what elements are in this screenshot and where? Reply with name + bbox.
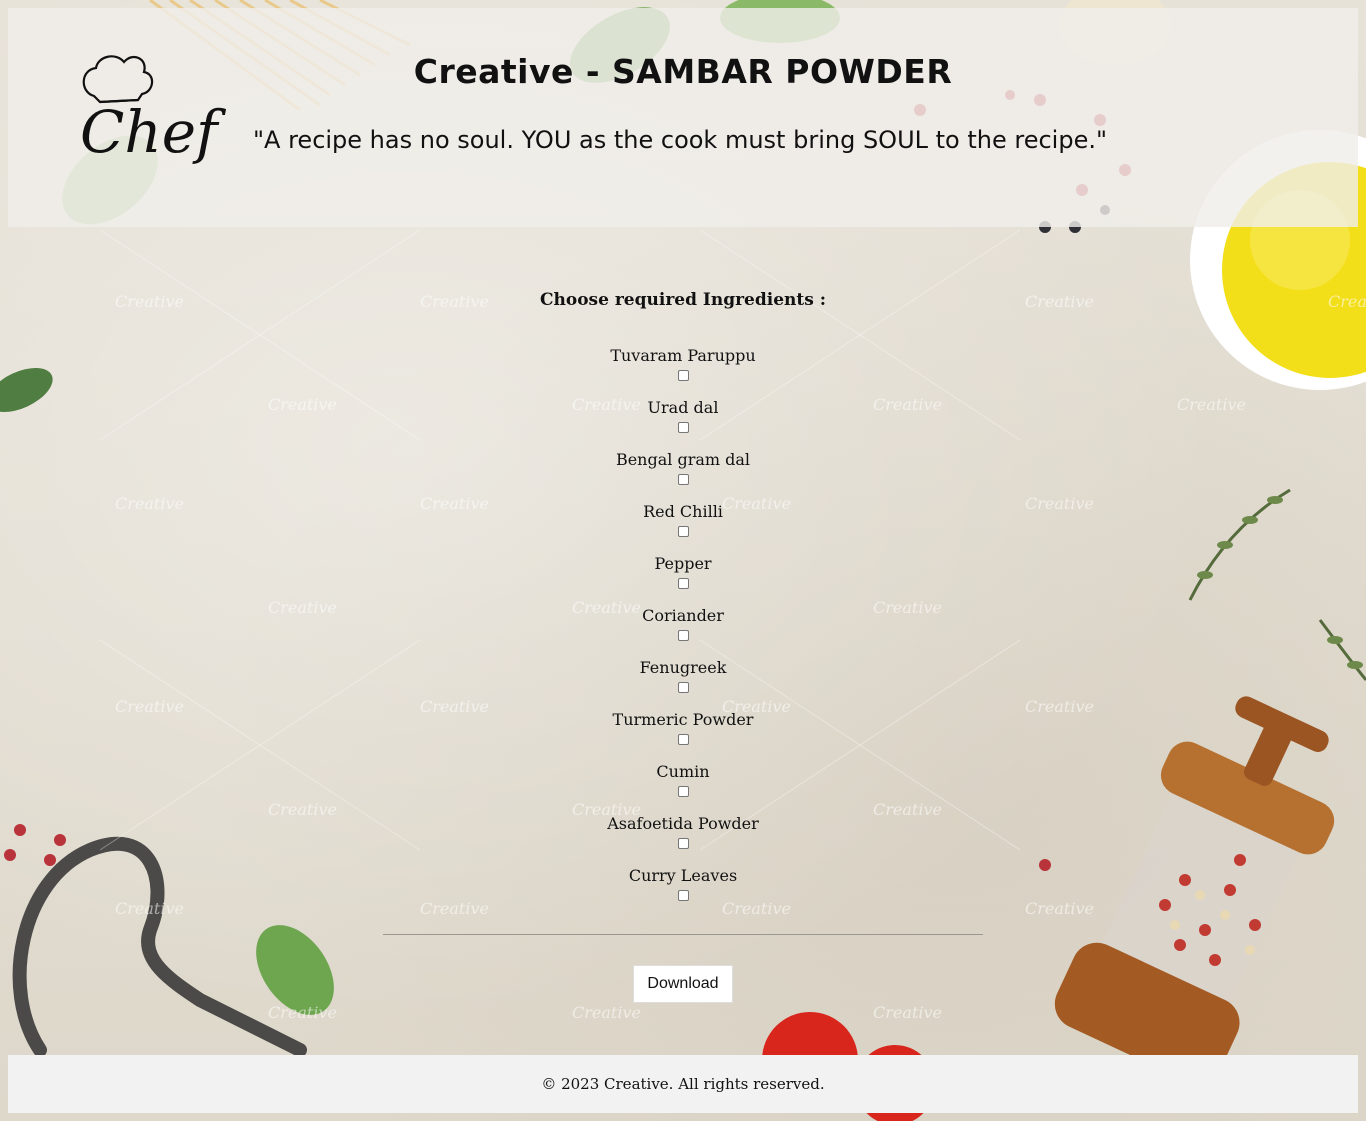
ingredient-checkbox[interactable] — [677, 786, 689, 797]
ingredient-label: Red Chilli — [643, 502, 723, 521]
watermark: Creative — [572, 1003, 641, 1022]
watermark: Creative — [1328, 292, 1366, 311]
watermark: Creative — [268, 395, 337, 414]
page-title: Creative - SAMBAR POWDER — [413, 52, 953, 91]
ingredient-item: Pepper — [383, 554, 983, 606]
watermark: Creative — [115, 292, 184, 311]
header-quote: "A recipe has no soul. YOU as the cook m… — [253, 126, 1108, 154]
ingredient-form: Choose required Ingredients : Tuvaram Pa… — [383, 290, 983, 1003]
watermark: Creative — [115, 494, 184, 513]
ingredient-item: Urad dal — [383, 398, 983, 450]
download-button[interactable]: Download — [633, 965, 733, 1003]
watermark: Creative — [268, 800, 337, 819]
ingredient-item: Turmeric Powder — [383, 710, 983, 762]
ingredient-label: Turmeric Powder — [612, 710, 754, 729]
ingredient-label: Pepper — [654, 554, 712, 573]
ingredient-label: Fenugreek — [639, 658, 727, 677]
ingredient-label: Asafoetida Powder — [607, 814, 759, 833]
ingredient-label: Tuvaram Paruppu — [610, 346, 756, 365]
ingredient-label: Bengal gram dal — [615, 450, 751, 469]
ingredient-item: Fenugreek — [383, 658, 983, 710]
ingredient-checkbox[interactable] — [677, 682, 689, 693]
ingredient-checkbox[interactable] — [677, 422, 689, 433]
logo-text: Chef — [80, 98, 227, 166]
watermark: Creative — [115, 899, 184, 918]
watermark: Creative — [1025, 899, 1094, 918]
ingredient-checkbox[interactable] — [677, 370, 689, 381]
divider — [383, 934, 983, 935]
ingredient-label: Urad dal — [647, 398, 719, 417]
ingredient-item: Cumin — [383, 762, 983, 814]
watermark: Creative — [115, 697, 184, 716]
ingredient-item: Tuvaram Paruppu — [383, 346, 983, 398]
watermark: Creative — [1025, 292, 1094, 311]
watermark: Creative — [268, 598, 337, 617]
ingredient-checkbox[interactable] — [677, 734, 689, 745]
ingredient-checkbox[interactable] — [677, 474, 689, 485]
ingredient-checkbox[interactable] — [677, 838, 689, 849]
ingredient-item: Bengal gram dal — [383, 450, 983, 502]
ingredient-checkbox[interactable] — [677, 630, 689, 641]
ingredient-checkbox[interactable] — [677, 890, 689, 901]
ingredient-item: Red Chilli — [383, 502, 983, 554]
site-footer: © 2023 Creative. All rights reserved. — [8, 1055, 1358, 1113]
ingredient-checkbox[interactable] — [677, 526, 689, 537]
watermark: Creative — [1177, 395, 1246, 414]
ingredient-checkbox[interactable] — [677, 578, 689, 589]
watermark: Creative — [873, 1003, 942, 1022]
ingredient-item: Asafoetida Powder — [383, 814, 983, 866]
ingredient-item: Curry Leaves — [383, 866, 983, 918]
site-header: Chef Creative - SAMBAR POWDER "A recipe … — [8, 8, 1358, 227]
ingredient-label: Cumin — [656, 762, 710, 781]
watermark: Creative — [1025, 494, 1094, 513]
ingredients-heading: Choose required Ingredients : — [539, 290, 827, 310]
ingredient-label: Curry Leaves — [628, 866, 738, 885]
copyright-text: © 2023 Creative. All rights reserved. — [541, 1075, 825, 1093]
ingredient-list: Tuvaram Paruppu Urad dal Bengal gram dal… — [383, 346, 983, 918]
ingredient-label: Coriander — [642, 606, 724, 625]
watermark: Creative — [268, 1003, 337, 1022]
watermark: Creative — [1025, 697, 1094, 716]
ingredient-item: Coriander — [383, 606, 983, 658]
